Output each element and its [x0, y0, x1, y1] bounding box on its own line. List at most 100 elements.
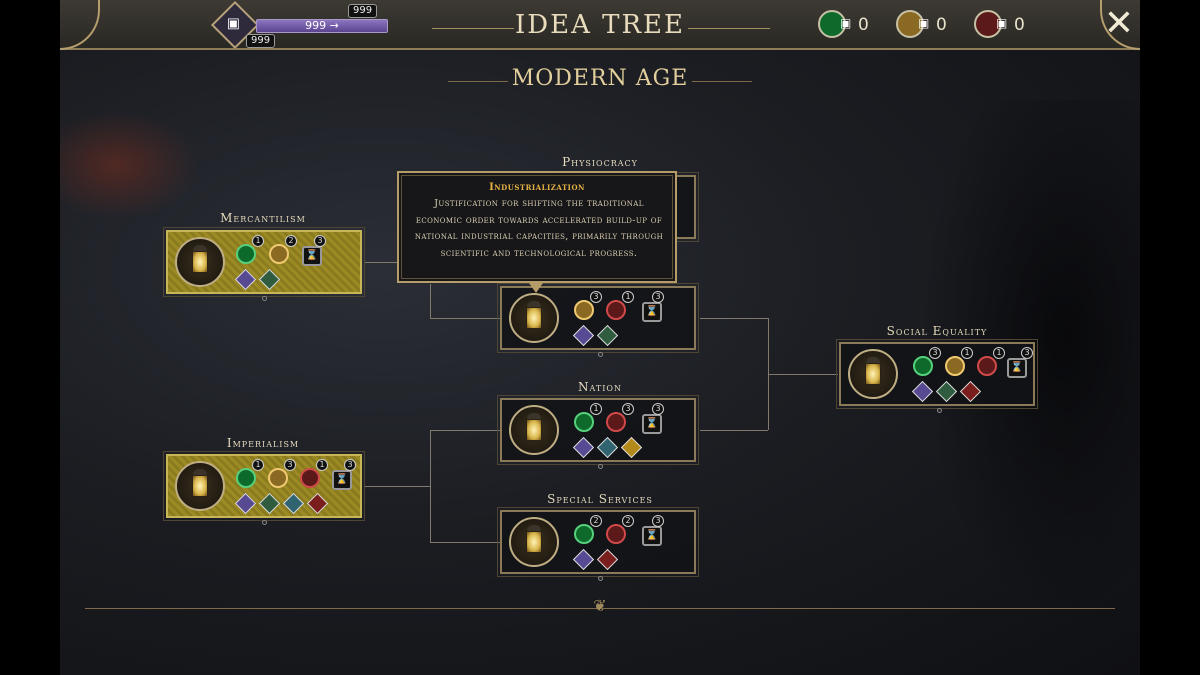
- node-title-imperialism: Imperialism: [226, 436, 300, 450]
- lantern-icon: [175, 237, 225, 287]
- cost-badge: 1: [316, 459, 328, 471]
- green-cost-icon: [574, 412, 594, 432]
- effect-icon: [258, 268, 281, 291]
- effect-icon: [620, 436, 643, 459]
- cost-badge: 3: [590, 291, 602, 303]
- age-title: MODERN AGE: [511, 66, 689, 91]
- green-cost-icon: [236, 244, 256, 264]
- node-title-special-services: Special Services: [547, 492, 653, 506]
- cost-badge: 3: [284, 459, 296, 471]
- connector: [700, 318, 768, 319]
- effect-icon: [596, 436, 619, 459]
- connector: [430, 318, 500, 319]
- node-title-nation: Nation: [578, 380, 622, 394]
- hourglass-icon: ⌛: [332, 470, 352, 490]
- lantern-icon: ▣: [996, 16, 1008, 30]
- connector: [364, 486, 430, 487]
- effect-icon: [959, 380, 982, 403]
- gold-cost-icon: [945, 356, 965, 376]
- tooltip-body: Justification for shifting the tradition…: [414, 198, 664, 260]
- lantern-icon: [175, 461, 225, 511]
- currency-count: 0: [858, 15, 869, 35]
- lantern-icon: ▣: [840, 16, 852, 30]
- lantern-icon: [509, 517, 559, 567]
- currency-red: ▣ 0: [974, 10, 1034, 40]
- node-dot: [598, 464, 603, 469]
- cost-badge: 1: [252, 459, 264, 471]
- currency-count: 0: [1014, 15, 1025, 35]
- red-cost-icon: [606, 412, 626, 432]
- time-badge: 3: [344, 459, 356, 471]
- smoke-decoration: [60, 110, 200, 220]
- green-cost-icon: [913, 356, 933, 376]
- hourglass-icon: ⌛: [1007, 358, 1027, 378]
- effect-icon: [596, 324, 619, 347]
- close-button[interactable]: ✕: [1098, 0, 1140, 50]
- node-title-social-equality: Social Equality: [886, 324, 988, 338]
- effect-icon: [306, 492, 329, 515]
- effect-icon: [572, 324, 595, 347]
- node-dot: [262, 520, 267, 525]
- connector: [364, 262, 397, 263]
- node-title-physiocracy: Physiocracy: [562, 155, 638, 169]
- hourglass-icon: ⌛: [642, 302, 662, 322]
- node-special-services[interactable]: 2 2 ⌛ 3: [497, 507, 699, 577]
- connector: [430, 542, 500, 543]
- effect-icon: [234, 492, 257, 515]
- cost-badge: 2: [622, 515, 634, 527]
- currency-gold: ▣ 0: [896, 10, 956, 40]
- time-badge: 3: [1021, 347, 1033, 359]
- cost-badge: 1: [252, 235, 264, 247]
- connector: [430, 430, 431, 542]
- node-imperialism[interactable]: 1 3 1 ⌛ 3: [163, 451, 365, 521]
- cost-badge: 1: [993, 347, 1005, 359]
- effect-icon: [911, 380, 934, 403]
- gold-cost-icon: [268, 468, 288, 488]
- lantern-icon: [509, 293, 559, 343]
- effect-icon: [596, 548, 619, 571]
- effect-icon: [572, 436, 595, 459]
- time-badge: 3: [652, 291, 664, 303]
- node-title-mercantilism: Mercantilism: [220, 211, 306, 225]
- cost-badge: 3: [929, 347, 941, 359]
- tooltip-industrialization: Industrialization Justification for shif…: [397, 171, 677, 293]
- time-badge: 3: [652, 515, 664, 527]
- tooltip-title: Industrialization: [489, 182, 585, 193]
- connector: [700, 430, 768, 431]
- cost-badge: 3: [622, 403, 634, 415]
- node-dot: [598, 576, 603, 581]
- gold-cost-icon: [269, 244, 289, 264]
- red-cost-icon: [977, 356, 997, 376]
- connector: [768, 374, 838, 375]
- time-badge: 3: [314, 235, 326, 247]
- red-cost-icon: [606, 300, 626, 320]
- lantern-icon: [848, 349, 898, 399]
- connector: [430, 430, 500, 431]
- cost-badge: 2: [590, 515, 602, 527]
- effect-icon: [282, 492, 305, 515]
- node-dot: [937, 408, 942, 413]
- hourglass-icon: ⌛: [302, 246, 322, 266]
- cost-badge: 1: [961, 347, 973, 359]
- node-dot: [598, 352, 603, 357]
- node-nation[interactable]: 1 3 ⌛ 3: [497, 395, 699, 465]
- lantern-icon: [509, 405, 559, 455]
- hourglass-icon: ⌛: [642, 526, 662, 546]
- connector: [430, 284, 431, 318]
- effect-icon: [234, 268, 257, 291]
- lantern-icon: ▣: [918, 16, 930, 30]
- green-cost-icon: [236, 468, 256, 488]
- red-cost-icon: [606, 524, 626, 544]
- effect-icon: [935, 380, 958, 403]
- node-social-equality[interactable]: 3 1 1 ⌛ 3: [836, 339, 1038, 409]
- cost-badge: 1: [622, 291, 634, 303]
- currency-count: 0: [936, 15, 947, 35]
- currency-green: ▣ 0: [818, 10, 878, 40]
- node-dot: [262, 296, 267, 301]
- node-mercantilism[interactable]: 1 2 ⌛ 3: [163, 227, 365, 297]
- cost-badge: 2: [285, 235, 297, 247]
- node-industrialization[interactable]: 3 1 ⌛ 3: [497, 283, 699, 353]
- effect-icon: [572, 548, 595, 571]
- red-cost-icon: [300, 468, 320, 488]
- effect-icon: [258, 492, 281, 515]
